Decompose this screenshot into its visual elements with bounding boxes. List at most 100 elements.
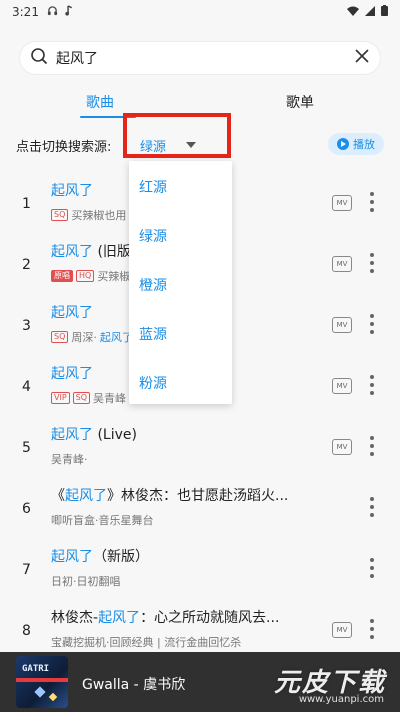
cover-shape: [48, 692, 58, 702]
music-note-icon: [64, 5, 74, 19]
play-all-button[interactable]: 播放: [328, 133, 384, 155]
more-dot: [370, 314, 374, 318]
tab-playlists[interactable]: 歌单: [286, 92, 314, 112]
song-subtitle-part: 买辣椒: [97, 270, 131, 283]
song-row[interactable]: 6 《起风了》林俊杰：也甘愿赴汤蹈火... 唧听盲盒·音乐星舞台: [0, 481, 400, 541]
song-title-match: 起风了: [51, 366, 93, 382]
song-number: 6: [22, 501, 31, 517]
song-title-prefix: 《: [51, 488, 65, 504]
song-number: 1: [22, 196, 31, 212]
search-input[interactable]: 起风了: [56, 48, 354, 68]
song-subtitle-part: 起风了: [99, 331, 133, 344]
song-subtitle: SQ 买辣椒也用: [51, 207, 132, 223]
quality-badge: 原唱: [51, 270, 73, 282]
more-dot: [370, 566, 374, 570]
more-dot: [370, 452, 374, 456]
more-dot: [370, 253, 374, 257]
more-dot: [370, 261, 374, 265]
song-title-match: 起风了: [51, 427, 93, 443]
search-icon: [30, 47, 48, 69]
song-title-rest: (旧版: [93, 244, 131, 260]
song-title: 林俊杰-起风了：心之所动就随风去...: [51, 607, 279, 627]
more-dot: [370, 513, 374, 517]
more-options-icon[interactable]: [370, 619, 374, 639]
song-row[interactable]: 5 起风了 (Live) 吴青峰· MV: [0, 420, 400, 480]
song-number: 7: [22, 562, 31, 578]
song-title-rest: ：心之所动就随风去...: [140, 610, 280, 626]
song-title: 起风了: [51, 302, 93, 322]
now-playing-track: Gwalla - 虞书欣: [82, 677, 186, 693]
more-dot: [370, 444, 374, 448]
more-options-icon[interactable]: [370, 375, 374, 395]
song-title: 起风了 (旧版: [51, 241, 131, 261]
song-title: 起风了: [51, 363, 93, 383]
album-cover-text: GATRI: [22, 664, 50, 674]
signal-icon: [365, 5, 375, 19]
song-title-match: 起风了: [51, 549, 93, 565]
more-dot: [370, 330, 374, 334]
more-options-icon[interactable]: [370, 497, 374, 517]
more-options-icon[interactable]: [370, 253, 374, 273]
tab-songs[interactable]: 歌曲: [86, 92, 114, 112]
more-options-icon[interactable]: [370, 192, 374, 212]
mv-icon[interactable]: MV: [332, 317, 352, 333]
song-subtitle-part: 吴青峰: [93, 392, 127, 405]
more-dot: [370, 574, 374, 578]
more-options-icon[interactable]: [370, 314, 374, 334]
more-dot: [370, 635, 374, 639]
mv-icon[interactable]: MV: [332, 195, 352, 211]
cover-shape: [34, 686, 46, 698]
status-right-icons: [347, 5, 388, 19]
song-title: 《起风了》林俊杰：也甘愿赴汤蹈火...: [51, 485, 288, 505]
song-subtitle: VIPSQ吴青峰2: [51, 390, 139, 406]
quality-badge: HQ: [76, 270, 95, 282]
song-title-prefix: 林俊杰-: [51, 610, 99, 626]
status-bar: 3:21: [0, 0, 400, 24]
song-title: 起风了（新版）: [51, 546, 149, 566]
wifi-icon: [347, 5, 359, 19]
song-row[interactable]: 7 起风了（新版） 日初·日初翻唱: [0, 542, 400, 602]
song-subtitle: SQ 周深· 起风了: [51, 329, 136, 345]
dropdown-option-blue[interactable]: 蓝源: [139, 324, 167, 344]
song-title-match: 起风了: [51, 305, 93, 321]
dropdown-option-red[interactable]: 红源: [139, 177, 167, 197]
more-dot: [370, 322, 374, 326]
song-subtitle-part: 吴青峰·: [51, 453, 88, 466]
song-subtitle-part: 宝藏挖掘机·回顾经典 | 流行金曲回忆杀: [51, 636, 242, 649]
more-options-icon[interactable]: [370, 436, 374, 456]
song-number: 5: [22, 440, 31, 456]
source-label: 点击切换搜索源:: [16, 140, 112, 155]
more-dot: [370, 505, 374, 509]
dropdown-option-orange[interactable]: 橙源: [139, 275, 167, 295]
mv-icon[interactable]: MV: [332, 378, 352, 394]
more-dot: [370, 391, 374, 395]
quality-badge: SQ: [51, 331, 69, 343]
more-dot: [370, 192, 374, 196]
clear-icon[interactable]: [354, 48, 370, 68]
more-dot: [370, 269, 374, 273]
more-dot: [370, 497, 374, 501]
song-subtitle-part: 唧听盲盒·音乐星舞台: [51, 514, 154, 527]
play-all-label: 播放: [353, 138, 375, 151]
search-bar[interactable]: 起风了: [20, 42, 380, 74]
mv-icon[interactable]: MV: [332, 439, 352, 455]
dropdown-option-green[interactable]: 绿源: [139, 226, 167, 246]
song-title-match: 起风了: [65, 488, 107, 504]
mv-icon[interactable]: MV: [332, 622, 352, 638]
song-title-rest: (Live): [93, 427, 137, 443]
song-subtitle: 宝藏挖掘机·回顾经典 | 流行金曲回忆杀: [51, 634, 247, 650]
song-subtitle-part: 买辣椒也用: [71, 209, 127, 222]
song-number: 2: [22, 257, 31, 273]
quality-badge: VIP: [51, 392, 70, 404]
more-dot: [370, 208, 374, 212]
more-options-icon[interactable]: [370, 558, 374, 578]
mv-icon[interactable]: MV: [332, 256, 352, 272]
dropdown-option-pink[interactable]: 粉源: [139, 373, 167, 393]
battery-icon: [381, 5, 388, 19]
status-time: 3:21: [12, 5, 39, 19]
song-number: 8: [22, 623, 31, 639]
album-cover[interactable]: GATRI: [16, 656, 68, 708]
cover-stripe: [16, 678, 68, 682]
watermark-url: www.yuanpi.com: [298, 694, 384, 705]
song-number: 4: [22, 379, 31, 395]
